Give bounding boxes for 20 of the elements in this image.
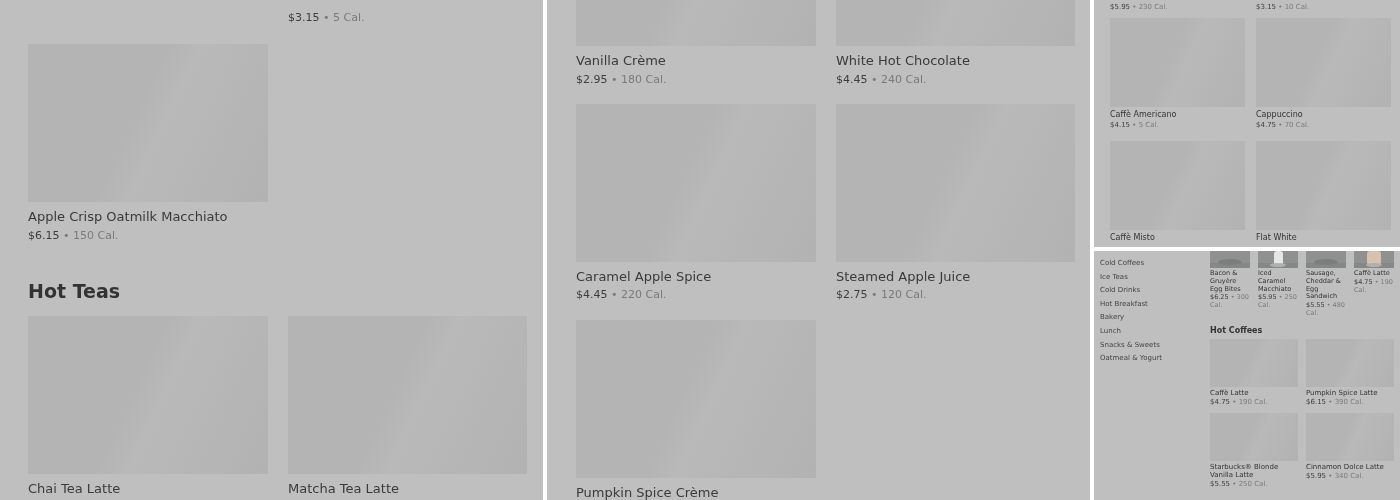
item-name: Caramel Apple Spice [576,268,713,285]
item-price: $3.15 • 5 Cal. [288,11,366,25]
item-price: $4.45 • 220 Cal. [576,288,668,302]
item-price: $6.15 • 150 Cal. [28,228,120,242]
item-name: Chai Tea Latte [28,480,122,497]
section-heading: Hot Coffees [1210,325,1264,335]
item-name: Pumpkin Spice Crème [576,484,720,500]
item-name: White Hot Chocolate [836,53,971,69]
item-price: $2.75 • 120 Cal. [836,288,928,302]
section-heading: Hot Teas [28,279,122,302]
item-price: $4.45 • 240 Cal. [836,72,928,86]
item-name: Apple Crisp Oatmilk Macchiato [28,209,229,225]
item-price: $2.95 • 180 Cal. [576,72,668,86]
item-name: Flat White [1256,233,1298,243]
item-name: Vanilla Crème [576,53,667,69]
item-name: Matcha Tea Latte [288,480,400,497]
item-name: Caffè Americano [1110,110,1178,120]
item-name: Caffè Misto [1110,233,1156,243]
item-name: Cappuccino [1256,110,1304,120]
item-name: Steamed Apple Juice [836,268,972,285]
